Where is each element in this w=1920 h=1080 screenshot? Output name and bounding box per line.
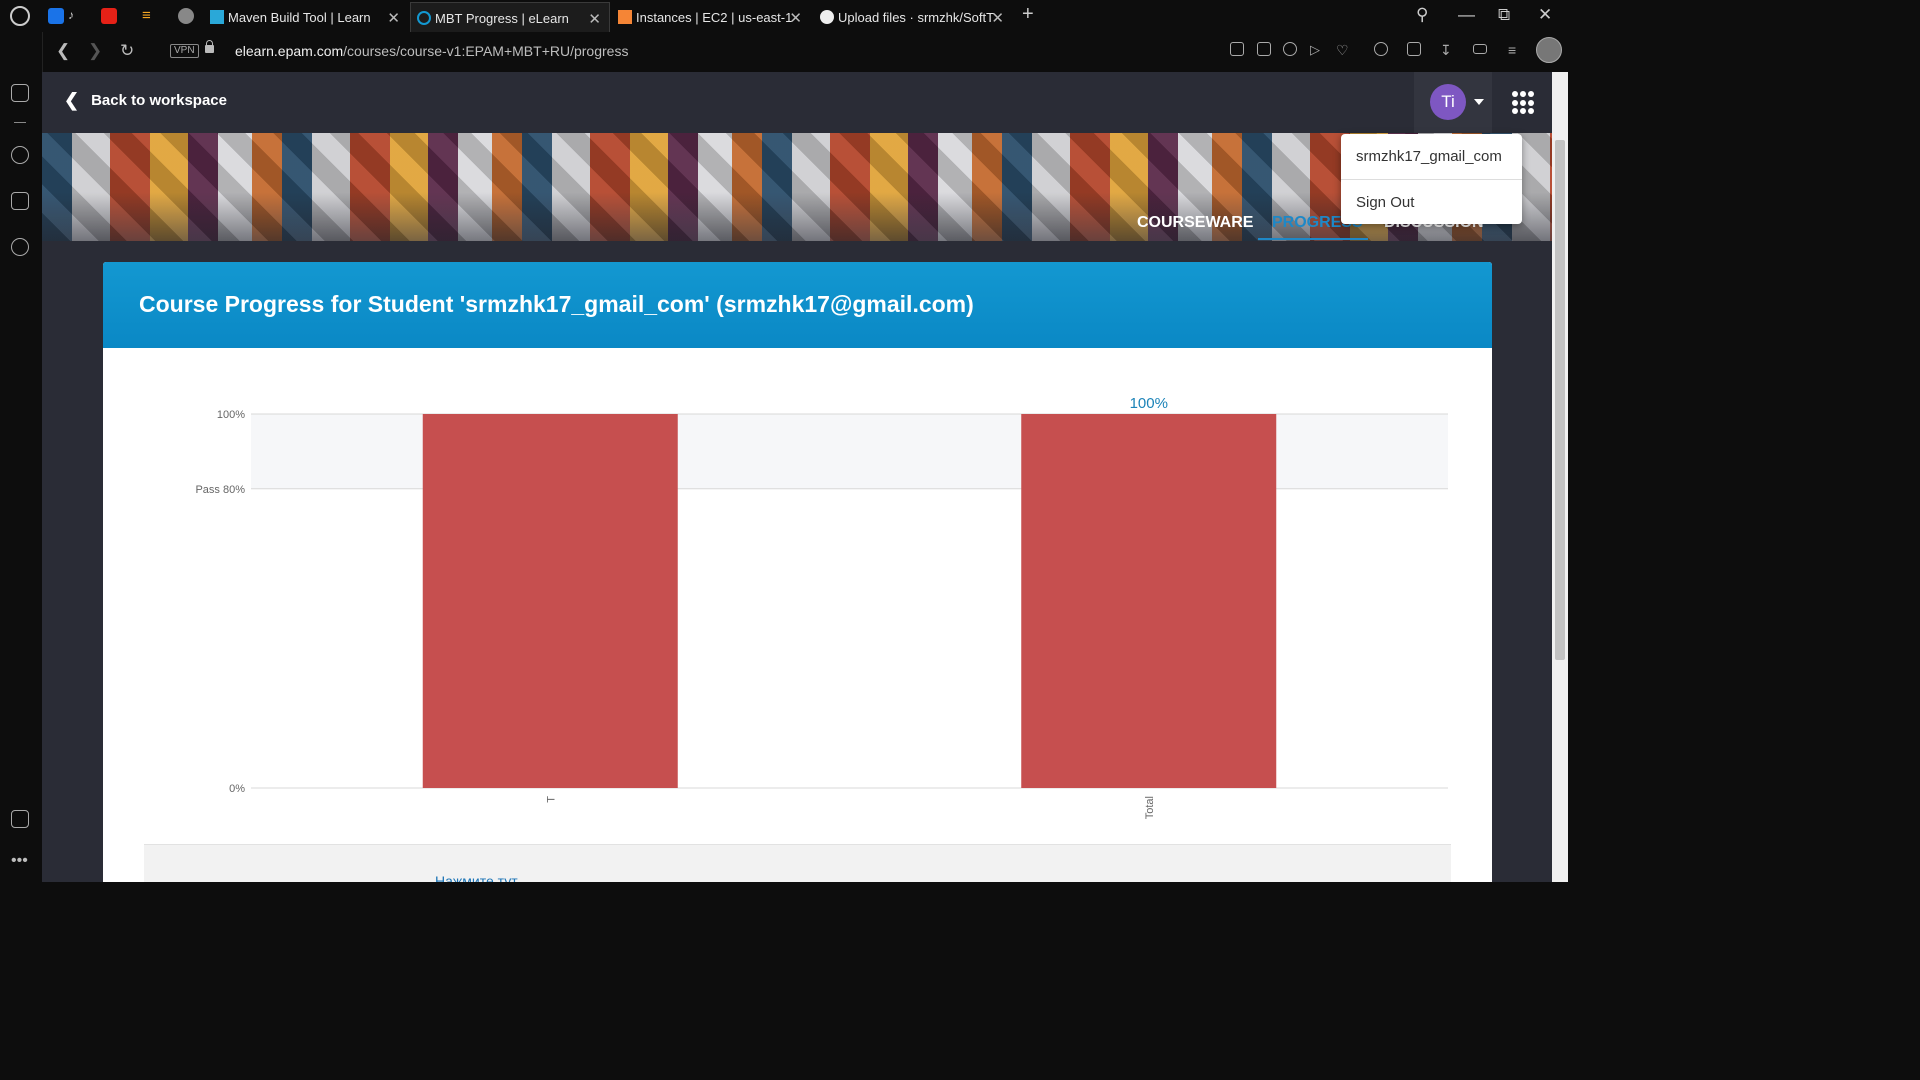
- chart-bar: [1021, 414, 1277, 788]
- lock-icon[interactable]: [205, 40, 214, 53]
- minimize-icon[interactable]: —: [1458, 5, 1475, 25]
- cube-icon[interactable]: [1407, 42, 1421, 56]
- heart-icon[interactable]: ♡: [1336, 42, 1350, 58]
- url-path: /courses/course-v1:EPAM+MBT+RU/progress: [343, 43, 629, 59]
- x-tick-label: Total: [1144, 796, 1156, 819]
- sidebar-divider: [14, 122, 26, 123]
- github-icon: [820, 10, 834, 24]
- book-icon: [210, 10, 224, 24]
- dropdown-divider: [1341, 179, 1522, 180]
- active-tab-indicator: [1258, 238, 1368, 240]
- tab-label: Instances | EC2 | us-east-1: [636, 9, 793, 25]
- edit-icon[interactable]: [1230, 42, 1244, 56]
- elearn-icon: [417, 11, 431, 25]
- tab-courseware[interactable]: COURSEWARE: [1137, 214, 1253, 232]
- sign-out-link[interactable]: Sign Out: [1356, 194, 1414, 211]
- settings-icon[interactable]: [11, 238, 29, 256]
- apps-grid-icon[interactable]: [1512, 91, 1534, 115]
- gallery-icon[interactable]: [11, 810, 29, 828]
- aws-icon: [618, 10, 632, 24]
- tab-mbt-progress[interactable]: MBT Progress | eLearn ✕: [410, 2, 610, 33]
- search-icon[interactable]: ⚲: [1416, 5, 1428, 25]
- chart-bar: [422, 414, 678, 788]
- download-icon[interactable]: ↧: [1440, 42, 1454, 58]
- speaker-icon[interactable]: ♪: [68, 8, 84, 24]
- browser-tab-bar: ♪ ≡ Maven Build Tool | Learn ✕ MBT Progr…: [0, 0, 1568, 33]
- progress-chart: 0% Pass 80% 100% T Total 100%: [195, 395, 1448, 819]
- back-arrow-icon[interactable]: ❮: [56, 41, 70, 61]
- close-icon[interactable]: ✕: [991, 9, 1004, 27]
- close-window-icon[interactable]: ✕: [1538, 5, 1552, 25]
- history-icon[interactable]: [11, 146, 29, 164]
- y-tick-label: Pass 80%: [195, 484, 245, 496]
- progress-card: Course Progress for Student 'srmzhk17_gm…: [103, 262, 1492, 882]
- tab-label: Maven Build Tool | Learn: [228, 9, 371, 25]
- reload-icon[interactable]: ↻: [120, 41, 134, 61]
- restore-icon[interactable]: ⧉: [1498, 5, 1510, 25]
- close-icon[interactable]: ✕: [789, 9, 802, 27]
- data-label: 100%: [1130, 395, 1168, 412]
- top-navigation: ❮ Back to workspace Ti: [42, 72, 1552, 133]
- page-content: ❮ Back to workspace Ti COURSEWARE PROGRE…: [42, 72, 1552, 882]
- tab-ec2-instances[interactable]: Instances | EC2 | us-east-1 ✕: [612, 2, 810, 32]
- progress-card-header: Course Progress for Student 'srmzhk17_gm…: [103, 262, 1492, 348]
- scrollbar-thumb[interactable]: [1555, 140, 1565, 660]
- send-icon[interactable]: ▷: [1310, 42, 1324, 57]
- pinned-tab-2-icon[interactable]: ≡: [142, 8, 158, 24]
- extension-icon[interactable]: [1374, 42, 1388, 56]
- vpn-badge[interactable]: VPN: [170, 44, 199, 58]
- page-title: Course Progress for Student 'srmzhk17_gm…: [139, 291, 974, 317]
- browser-sidebar: •••: [0, 32, 43, 882]
- close-icon[interactable]: ✕: [387, 9, 400, 27]
- chatgpt-icon[interactable]: [178, 8, 194, 24]
- dropdown-username[interactable]: srmzhk17_gmail_com: [1356, 148, 1502, 165]
- x-tick-label: T: [545, 796, 557, 803]
- url-field[interactable]: elearn.epam.com/courses/course-v1:EPAM+M…: [235, 43, 628, 59]
- adblock-icon[interactable]: [1283, 42, 1297, 56]
- pinned-tab-icon[interactable]: [48, 8, 64, 24]
- more-icon[interactable]: •••: [11, 852, 28, 870]
- bottom-section: Нажмите тут: [144, 844, 1451, 882]
- tab-github-upload[interactable]: Upload files · srmzhk/SoftT ✕: [814, 2, 1012, 32]
- cube-icon[interactable]: [11, 192, 29, 210]
- avatar: Ti: [1430, 84, 1466, 120]
- tab-label: MBT Progress | eLearn: [435, 10, 569, 26]
- address-bar: ❮ ❯ ↻ VPN elearn.epam.com/courses/course…: [42, 32, 1568, 73]
- close-icon[interactable]: ✕: [588, 10, 601, 28]
- profile-avatar[interactable]: [1536, 37, 1562, 63]
- back-label: Back to workspace: [91, 92, 227, 109]
- bottom-link[interactable]: Нажмите тут: [435, 873, 518, 882]
- camera-icon[interactable]: [1257, 42, 1271, 56]
- settings-sliders-icon[interactable]: ≡: [1508, 42, 1522, 58]
- user-menu-button[interactable]: Ti: [1414, 72, 1492, 133]
- opera-logo-icon[interactable]: [10, 6, 30, 26]
- url-domain: elearn.epam.com: [235, 43, 344, 59]
- y-tick-label: 0%: [229, 783, 245, 795]
- forward-arrow-icon[interactable]: ❯: [88, 41, 102, 61]
- youtube-icon[interactable]: [101, 8, 117, 24]
- chevron-left-icon: ❮: [64, 90, 80, 110]
- user-dropdown-menu: srmzhk17_gmail_com Sign Out: [1341, 134, 1522, 224]
- battery-icon[interactable]: [1473, 44, 1487, 54]
- tab-label: Upload files · srmzhk/SoftT: [838, 9, 995, 25]
- tab-maven[interactable]: Maven Build Tool | Learn ✕: [210, 2, 408, 32]
- caret-down-icon: [1474, 99, 1484, 105]
- new-tab-icon[interactable]: +: [1022, 3, 1034, 26]
- y-tick-label: 100%: [217, 409, 245, 421]
- workspace-icon[interactable]: [11, 84, 29, 102]
- back-to-workspace-link[interactable]: ❮ Back to workspace: [64, 90, 227, 111]
- page-scrollbar[interactable]: [1552, 72, 1568, 882]
